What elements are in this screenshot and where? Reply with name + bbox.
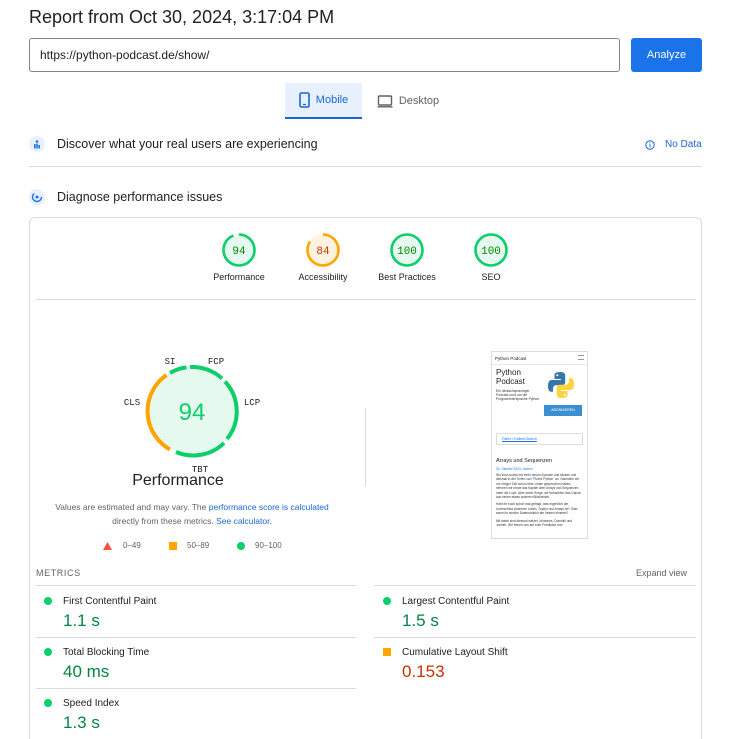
report-title: Report from Oct 30, 2024, 3:17:04 PM xyxy=(29,7,335,27)
metric-value: 1.1 s xyxy=(63,611,100,630)
metric-fcp: First Contentful Paint 1.1 s xyxy=(44,596,344,632)
tab-mobile[interactable]: Mobile xyxy=(285,83,362,119)
metric-value: 40 ms xyxy=(63,662,110,681)
divider xyxy=(36,585,356,586)
legend-pass: 90–100 xyxy=(255,541,282,550)
screenshot-paragraph-3: Mit dabei sind diesmal wieder Johannes, … xyxy=(496,518,573,528)
metric-label: Cumulative Layout Shift xyxy=(402,647,508,658)
python-logo-icon xyxy=(548,372,574,398)
screenshot-date: 30. Oktober 2024, Jochen xyxy=(496,467,533,471)
pass-circle-icon xyxy=(44,597,52,605)
expand-view-toggle[interactable]: Expand view xyxy=(636,568,687,578)
gauge-performance[interactable]: 94 Performance xyxy=(194,232,284,282)
screenshot-episode-title: Arrays und Sequenzen xyxy=(496,458,552,464)
screenshot-hero: Python Podcast Ein deutschsprachiger Pod… xyxy=(492,365,587,425)
pass-circle-icon xyxy=(44,699,52,707)
tab-desktop-label: Desktop xyxy=(398,95,440,107)
metric-value: 1.5 s xyxy=(402,611,439,630)
screenshot-subscribe-button: ABONNIEREN xyxy=(544,405,582,416)
gauge-accessibility[interactable]: 84 Accessibility xyxy=(278,232,368,282)
diagnose-header: Diagnose performance issues xyxy=(29,189,222,205)
metric-label: First Contentful Paint xyxy=(63,596,157,607)
analyze-button[interactable]: Analyze xyxy=(631,38,702,72)
gauge-value: 100 xyxy=(397,246,417,258)
url-input[interactable] xyxy=(29,38,620,72)
legend-average: 50–89 xyxy=(187,541,210,550)
no-data-label: No Data xyxy=(665,139,702,150)
screenshot-filter: Filters / Fulltext-Search xyxy=(496,433,583,445)
tab-desktop[interactable]: Desktop xyxy=(368,83,448,119)
metrics-heading: METRICS xyxy=(36,568,81,578)
pass-circle-icon xyxy=(44,648,52,656)
score-calculated-link[interactable]: performance score is calculated xyxy=(209,502,329,512)
gauge-label: SEO xyxy=(481,272,501,282)
estimate-note: Values are estimated and may vary. The p… xyxy=(48,500,336,528)
gauge-value: 100 xyxy=(481,246,501,258)
field-data-heading: Discover what your real users are experi… xyxy=(57,137,318,151)
performance-score: 94 xyxy=(179,399,206,426)
screenshot-site-name: Python Podcast xyxy=(495,356,527,361)
score-legend: 0–49 50–89 90–100 xyxy=(103,541,293,553)
gauge-ring-icon: 84 xyxy=(306,233,340,267)
divider xyxy=(374,637,696,638)
divider xyxy=(36,299,696,300)
average-square-icon xyxy=(169,542,177,550)
screenshot-intro: Ein deutschsprachiger Podcast rund um di… xyxy=(496,389,540,402)
pass-circle-icon xyxy=(237,542,245,550)
gauge-label: Best Practices xyxy=(378,272,436,282)
label-si: SI xyxy=(165,357,176,367)
score-gauges: 94 Performance 84 Accessibility 100 Best… xyxy=(30,232,700,292)
divider xyxy=(374,585,696,586)
performance-gauge: 94 SI FCP LCP CLS TBT xyxy=(124,357,260,475)
screenshot-navbar: Python Podcast xyxy=(492,352,587,365)
no-data-indicator[interactable]: No Data xyxy=(645,139,702,150)
divider xyxy=(36,688,356,689)
metric-tbt: Total Blocking Time 40 ms xyxy=(44,647,344,683)
screenshot-paragraph-1: Wir sind zurück mit einer neuen Episode … xyxy=(496,473,581,500)
legend-fail: 0–49 xyxy=(123,541,141,550)
label-lcp: LCP xyxy=(244,398,260,408)
metric-si: Speed Index 1.3 s xyxy=(44,698,344,734)
gauge-value: 84 xyxy=(316,246,330,258)
lab-data-icon xyxy=(29,189,45,205)
see-calculator-link[interactable]: See calculator. xyxy=(216,516,272,526)
metric-lcp: Largest Contentful Paint 1.5 s xyxy=(383,596,683,632)
gauge-label: Performance xyxy=(213,272,265,282)
divider xyxy=(365,408,366,486)
metric-label: Largest Contentful Paint xyxy=(402,596,510,607)
metric-value: 1.3 s xyxy=(63,713,100,732)
average-square-icon xyxy=(383,648,391,656)
mobile-icon xyxy=(298,92,310,108)
divider xyxy=(36,637,356,638)
label-cls: CLS xyxy=(124,398,140,408)
hamburger-icon xyxy=(578,355,584,360)
metric-label: Speed Index xyxy=(63,698,120,709)
screenshot-heading: Python Podcast xyxy=(496,368,525,386)
tab-mobile-label: Mobile xyxy=(315,94,349,106)
pass-circle-icon xyxy=(383,597,391,605)
metric-label: Total Blocking Time xyxy=(63,647,150,658)
performance-gauge-label: Performance xyxy=(132,472,224,489)
gauge-seo[interactable]: 100 SEO xyxy=(446,232,536,282)
gauge-ring-icon: 100 xyxy=(390,233,424,267)
desktop-icon xyxy=(377,94,393,108)
diagnose-heading: Diagnose performance issues xyxy=(57,190,223,204)
divider xyxy=(29,166,702,167)
fail-triangle-icon xyxy=(103,542,112,550)
label-fcp: FCP xyxy=(208,357,224,367)
users-data-icon xyxy=(29,136,45,152)
note-prefix: Values are estimated and may vary. The xyxy=(55,502,209,512)
metric-value: 0.153 xyxy=(402,662,445,681)
info-icon xyxy=(645,139,655,150)
metric-cls: Cumulative Layout Shift 0.153 xyxy=(383,647,683,683)
gauge-ring-icon: 94 xyxy=(222,233,256,267)
field-data-header: Discover what your real users are experi… xyxy=(29,136,318,152)
final-screenshot[interactable]: Python Podcast Python Podcast Ein deutsc… xyxy=(491,351,588,539)
gauge-label: Accessibility xyxy=(298,272,348,282)
gauge-ring-icon: 100 xyxy=(474,233,508,267)
gauge-best-practices[interactable]: 100 Best Practices xyxy=(362,232,452,282)
screenshot-paragraph-2: Habt ihr euch schon mal gefragt, was eig… xyxy=(496,502,578,516)
note-middle: directly from these metrics. xyxy=(112,516,217,526)
gauge-value: 94 xyxy=(232,246,246,258)
